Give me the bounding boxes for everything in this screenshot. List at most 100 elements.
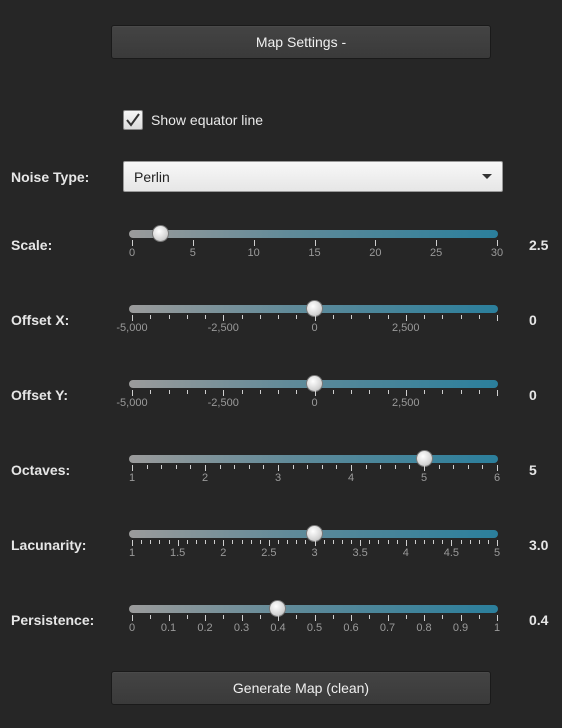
major-tick [253,240,255,246]
minor-tick [323,540,325,544]
persistence-slider[interactable] [129,600,498,617]
minor-tick [414,540,416,544]
tick-label: 0.1 [160,622,177,634]
major-tick [132,240,133,246]
map-settings-button[interactable]: Map Settings - [111,25,491,59]
minor-tick [186,315,188,319]
minor-tick [332,615,334,619]
persistence-ticks: 0 0.1 0.2 0.3 0.4 0.5 0.6 0.7 0.8 0.9 1 [129,615,500,634]
minor-tick [365,465,367,469]
minor-tick [241,315,243,319]
tick-label: 0 [311,322,318,334]
major-tick [424,615,425,621]
minor-tick [259,615,261,619]
minor-tick [478,615,480,619]
major-tick [223,390,225,396]
major-tick [351,615,352,621]
minor-tick [433,540,435,544]
minor-tick [195,540,197,544]
minor-tick [424,540,425,544]
minor-tick [482,465,484,469]
major-tick [314,540,316,546]
generate-map-button[interactable]: Generate Map (clean) [111,671,491,705]
minor-tick [259,390,261,394]
major-tick [497,240,498,246]
minor-tick [223,615,225,619]
tick-label: 2,500 [391,397,420,409]
tick-label: 10 [247,247,260,259]
minor-tick [159,540,161,544]
tick-label: 4.5 [443,547,460,559]
minor-tick [205,315,206,319]
major-tick [375,240,377,246]
major-tick [497,540,498,546]
minor-tick [205,390,206,394]
major-tick [405,315,407,321]
major-tick [314,615,316,621]
minor-tick [287,540,289,544]
major-tick [132,540,133,546]
minor-tick [405,615,407,619]
minor-tick [278,315,279,319]
tick-label: -5,000 [116,322,148,334]
minor-tick [190,465,192,469]
tick-label: 5 [420,472,428,484]
major-tick [314,390,316,396]
major-tick [497,315,498,321]
minor-tick [205,540,206,544]
offset-x-slider[interactable] [129,300,498,317]
minor-tick [141,540,143,544]
equator-checkbox-row[interactable]: Show equator line [123,110,263,130]
minor-tick [442,540,444,544]
major-tick [424,465,425,471]
tick-label: 25 [430,247,443,259]
tick-label: 30 [490,247,504,259]
minor-tick [186,615,188,619]
minor-tick [424,315,425,319]
scale-slider[interactable] [129,225,498,242]
lacunarity-ticks: 1 1.5 2 2.5 3 3.5 4 4.5 5 [129,540,500,559]
major-tick [451,540,453,546]
persistence-label: Persistence: [11,612,95,628]
checkmark-icon [126,113,140,127]
major-tick [132,465,133,471]
show-equator-checkbox[interactable] [123,110,143,130]
noise-type-select[interactable]: Perlin [123,161,503,192]
minor-tick [150,615,152,619]
minor-tick [296,615,298,619]
tick-label: 0.7 [379,622,396,634]
offset-y-value: 0 [529,387,537,403]
tick-label: 1.5 [169,547,186,559]
minor-tick [278,540,279,544]
minor-tick [150,390,152,394]
minor-tick [460,390,462,394]
offset-y-slider[interactable] [129,375,498,392]
noise-type-value: Perlin [134,168,170,185]
minor-tick [351,315,352,319]
minor-tick [234,465,236,469]
lacunarity-slider[interactable] [129,525,498,542]
minor-tick [341,540,343,544]
major-tick [387,615,389,621]
major-tick [223,540,225,546]
minor-tick [369,315,371,319]
tick-label: 20 [369,247,382,259]
chevron-down-icon [482,174,492,179]
tick-label: 15 [308,247,321,259]
minor-tick [387,540,389,544]
minor-tick [438,465,440,469]
major-tick [360,540,362,546]
tick-label: 0.9 [452,622,469,634]
tick-label: 0.2 [197,622,213,634]
tick-label: 0.3 [233,622,250,634]
octaves-slider[interactable] [129,450,498,467]
tick-label: 4 [347,472,355,484]
show-equator-label: Show equator line [151,112,264,128]
minor-tick [321,465,323,469]
major-tick [405,540,407,546]
minor-tick [469,540,471,544]
tick-label: -5,000 [116,397,148,409]
minor-tick [232,540,234,544]
major-tick [405,390,407,396]
minor-tick [351,390,352,394]
